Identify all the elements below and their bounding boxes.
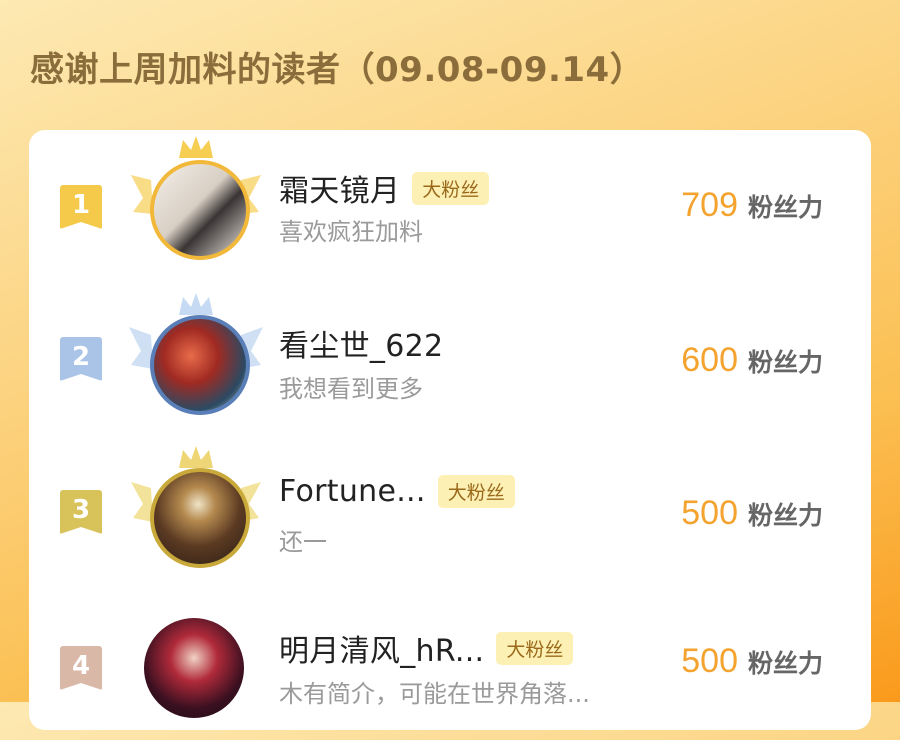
avatar-frame: [121, 438, 271, 578]
fan-power-score: 500 粉丝力: [681, 494, 823, 533]
score-value: 500: [681, 642, 738, 680]
score-unit: 粉丝力: [747, 649, 823, 678]
rank-badge: 3: [60, 490, 102, 534]
score-value: 500: [681, 494, 738, 532]
score-unit: 粉丝力: [747, 501, 823, 530]
list-item[interactable]: 3 Fortune... 大粉丝 还一 500 粉丝力: [29, 438, 871, 588]
list-item[interactable]: 2 看尘世_622 我想看到更多 600 粉丝力: [29, 285, 871, 435]
user-name[interactable]: 霜天镜月: [279, 166, 400, 210]
avatar-frame: [121, 590, 271, 730]
score-unit: 粉丝力: [747, 193, 823, 222]
avatar-frame: [121, 130, 271, 270]
fan-badge: 大粉丝: [437, 475, 515, 508]
score-unit: 粉丝力: [747, 348, 823, 377]
fan-badge: 大粉丝: [496, 631, 574, 665]
avatar-frame: [121, 285, 271, 425]
fan-power-score: 600 粉丝力: [681, 341, 823, 380]
avatar[interactable]: [150, 160, 250, 260]
user-name[interactable]: Fortune...: [279, 474, 426, 509]
list-item[interactable]: 4 明月清风_hR... 大粉丝 木有简介，可能在世界角落... 500 粉丝力: [29, 590, 871, 740]
page-title: 感谢上周加料的读者（09.08-09.14）: [30, 50, 645, 90]
user-name[interactable]: 看尘世_622: [279, 321, 443, 365]
user-bio: 我想看到更多: [279, 375, 423, 403]
user-name[interactable]: 明月清风_hR...: [279, 626, 484, 670]
avatar[interactable]: [150, 315, 250, 415]
fan-power-score: 500 粉丝力: [681, 642, 823, 681]
list-item[interactable]: 1 霜天镜月 大粉丝 喜欢疯狂加料 709 粉丝力: [29, 130, 871, 280]
fan-power-score: 709 粉丝力: [681, 186, 823, 225]
user-bio: 还一: [279, 528, 327, 556]
user-bio: 喜欢疯狂加料: [279, 218, 423, 246]
rank-badge: 4: [60, 646, 102, 690]
score-value: 600: [681, 341, 738, 379]
user-bio: 木有简介，可能在世界角落...: [279, 680, 590, 708]
rank-badge: 2: [60, 337, 102, 381]
fan-badge: 大粉丝: [412, 171, 490, 205]
score-value: 709: [681, 186, 738, 224]
rank-badge: 1: [60, 185, 102, 229]
reader-leaderboard: 1 霜天镜月 大粉丝 喜欢疯狂加料 709 粉丝力 2 看尘世_622 我想看到…: [29, 130, 871, 730]
avatar[interactable]: [150, 468, 250, 568]
avatar[interactable]: [144, 618, 244, 718]
